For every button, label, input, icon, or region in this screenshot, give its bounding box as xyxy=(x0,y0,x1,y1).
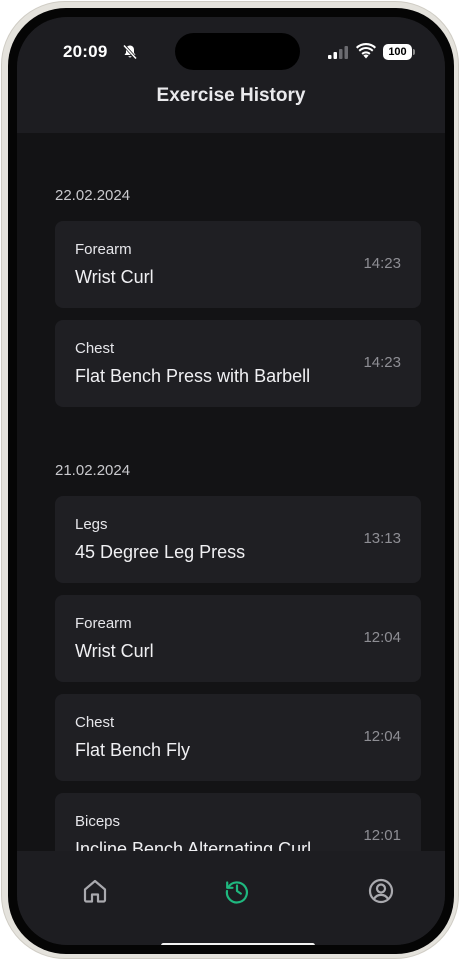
status-time: 20:09 xyxy=(63,42,108,61)
history-group: 21.02.2024 Legs 45 Degree Leg Press 13:1… xyxy=(55,462,421,851)
history-entry[interactable]: Biceps Incline Bench Alternating Curl 12… xyxy=(55,793,421,851)
group-date: 21.02.2024 xyxy=(55,462,131,479)
home-indicator[interactable] xyxy=(161,943,315,945)
top-bar: 20:09 100 Exercise History xyxy=(17,17,445,133)
home-icon[interactable] xyxy=(81,877,109,905)
battery-tip xyxy=(413,49,415,55)
entry-time: 12:04 xyxy=(363,728,401,745)
entry-time: 13:13 xyxy=(363,530,401,547)
group-date: 22.02.2024 xyxy=(55,187,131,204)
tab-bar xyxy=(17,851,445,945)
entry-time: 12:04 xyxy=(363,629,401,646)
entry-category: Legs xyxy=(75,516,108,533)
entry-exercise: 45 Degree Leg Press xyxy=(75,542,246,562)
signal-icon xyxy=(328,46,348,59)
entry-category: Biceps xyxy=(75,813,121,830)
entry-exercise: Wrist Curl xyxy=(75,641,154,661)
history-entry[interactable]: Chest Flat Bench Press with Barbell 14:2… xyxy=(55,320,421,407)
entry-exercise: Wrist Curl xyxy=(75,267,154,287)
history-list[interactable]: 22.02.2024 Forearm Wrist Curl 14:23 Ches… xyxy=(17,133,445,851)
entry-category: Chest xyxy=(75,714,115,731)
wifi-icon xyxy=(356,43,376,59)
screen: 20:09 100 Exercise History 22.02.2024 Fo… xyxy=(17,17,445,945)
phone-bezel: 20:09 100 Exercise History 22.02.2024 Fo… xyxy=(8,8,454,954)
battery-icon: 100 xyxy=(383,44,415,60)
history-group: 22.02.2024 Forearm Wrist Curl 14:23 Ches… xyxy=(55,187,421,419)
status-bar: 20:09 100 xyxy=(17,17,445,71)
history-entry[interactable]: Chest Flat Bench Fly 12:04 xyxy=(55,694,421,781)
entry-category: Forearm xyxy=(75,241,132,258)
entry-time: 14:23 xyxy=(363,354,401,371)
entry-category: Forearm xyxy=(75,615,132,632)
entry-time: 14:23 xyxy=(363,255,401,272)
history-entry[interactable]: Forearm Wrist Curl 14:23 xyxy=(55,221,421,308)
history-entry[interactable]: Forearm Wrist Curl 12:04 xyxy=(55,595,421,682)
phone-frame: 20:09 100 Exercise History 22.02.2024 Fo… xyxy=(1,1,459,959)
history-entry[interactable]: Legs 45 Degree Leg Press 13:13 xyxy=(55,496,421,583)
page-title: Exercise History xyxy=(156,85,306,106)
battery-level: 100 xyxy=(383,44,412,60)
profile-icon[interactable] xyxy=(367,877,395,905)
bell-slash-icon xyxy=(122,44,138,60)
entry-category: Chest xyxy=(75,340,115,357)
entry-exercise: Incline Bench Alternating Curl xyxy=(75,839,312,851)
history-icon[interactable] xyxy=(223,877,251,905)
dynamic-island xyxy=(175,33,300,70)
entry-exercise: Flat Bench Fly xyxy=(75,740,191,760)
entry-time: 12:01 xyxy=(363,827,401,844)
entry-exercise: Flat Bench Press with Barbell xyxy=(75,366,311,386)
